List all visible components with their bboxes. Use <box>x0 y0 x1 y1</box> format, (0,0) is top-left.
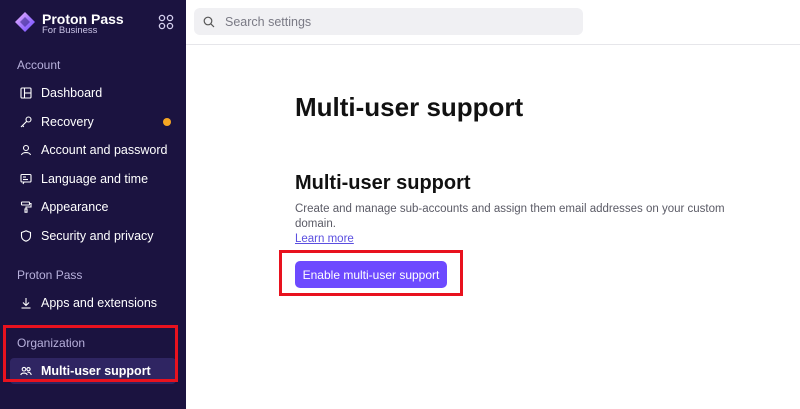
search-icon <box>203 16 215 27</box>
sidebar-item-label: Apps and extensions <box>41 296 158 310</box>
page-title: Multi-user support <box>295 92 524 122</box>
sidebar-item-language-and-time[interactable]: Language and time <box>10 166 176 192</box>
sidebar-item-label: Security and privacy <box>41 229 154 243</box>
section-label-account: Account <box>17 58 61 72</box>
sidebar-item-label: Dashboard <box>41 86 103 100</box>
sidebar: Proton Pass For Business Account Dashboa… <box>0 0 186 409</box>
search-bar[interactable] <box>194 8 583 35</box>
download-icon <box>19 296 33 310</box>
top-bar <box>186 0 800 45</box>
section-title: Multi-user support <box>295 172 471 194</box>
brand[interactable]: Proton Pass For Business <box>12 10 182 36</box>
sidebar-item-account-and-password[interactable]: Account and password <box>10 137 176 163</box>
brand-subtitle: For Business <box>42 25 98 36</box>
sidebar-item-label: Recovery <box>41 115 94 129</box>
sidebar-item-label: Language and time <box>41 172 149 186</box>
sidebar-item-recovery[interactable]: Recovery <box>10 109 176 135</box>
organization-highlight-box <box>3 325 178 382</box>
paint-roller-icon <box>19 200 33 214</box>
sidebar-item-apps-and-extensions[interactable]: Apps and extensions <box>10 290 176 316</box>
dashboard-icon <box>19 86 33 100</box>
learn-more-link[interactable]: Learn more <box>295 233 354 245</box>
section-description: Create and manage sub-accounts and assig… <box>295 203 725 230</box>
language-icon <box>19 172 33 186</box>
sidebar-item-label: Appearance <box>41 200 109 214</box>
search-input[interactable] <box>223 13 567 30</box>
section-label-proton-pass: Proton Pass <box>17 268 83 282</box>
warning-dot <box>163 118 171 126</box>
sidebar-item-appearance[interactable]: Appearance <box>10 194 176 220</box>
sidebar-item-dashboard[interactable]: Dashboard <box>10 80 176 106</box>
app-switcher-icon[interactable] <box>158 14 174 30</box>
button-highlight-box <box>279 250 463 296</box>
key-icon <box>19 115 33 129</box>
sidebar-item-label: Account and password <box>41 143 168 157</box>
shield-icon <box>19 229 33 243</box>
user-icon <box>19 143 33 157</box>
sidebar-item-security-and-privacy[interactable]: Security and privacy <box>10 223 176 249</box>
proton-pass-logo <box>15 12 35 32</box>
